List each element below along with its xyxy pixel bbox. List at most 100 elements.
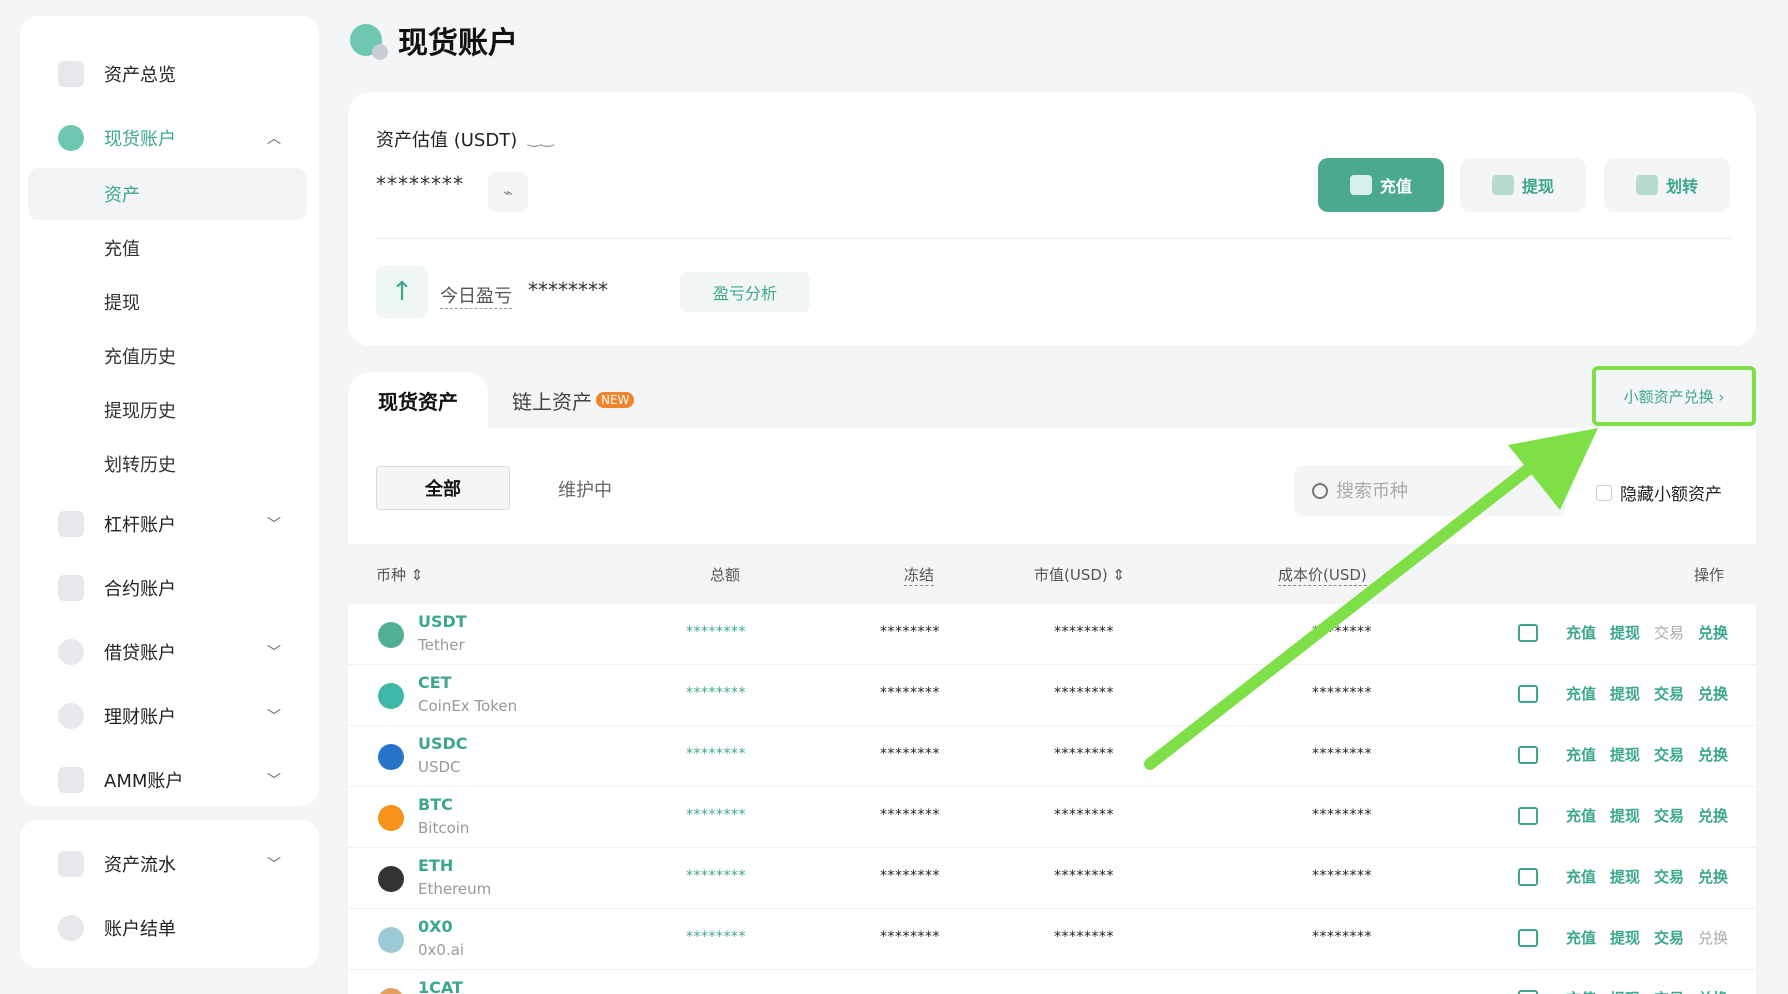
table-header: 币种 ⇕ 总额 冻结 市值(USD) ⇕ 成本价(USD) 操作 — [348, 544, 1756, 604]
kline-icon[interactable] — [1517, 623, 1538, 642]
checkbox[interactable] — [1596, 484, 1612, 501]
pnl-analysis-button[interactable]: 盈亏分析 — [680, 272, 810, 312]
row-withdraw-link[interactable]: 提现 — [1610, 866, 1640, 887]
withdraw-button[interactable]: 提现 — [1460, 158, 1586, 212]
row-convert-link[interactable]: 兑换 — [1698, 683, 1728, 704]
sidebar-item-spot[interactable]: 现货账户 ︿ — [20, 112, 319, 164]
filter-maintenance-button[interactable]: 维护中 — [558, 476, 612, 502]
sidebar-item-label: 账户结单 — [104, 919, 176, 940]
row-trade-link[interactable]: 交易 — [1654, 927, 1684, 948]
header-market-value[interactable]: 市值(USD) ⇕ — [1034, 564, 1125, 585]
spot-icon — [58, 125, 84, 151]
row-withdraw-link[interactable]: 提现 — [1610, 927, 1640, 948]
cell-total: ******** — [686, 868, 746, 884]
trend-chart-button[interactable]: ⌁ — [488, 172, 528, 212]
hide-small-label: 隐藏小额资产 — [1620, 485, 1722, 505]
sidebar-sub-label: 提现历史 — [104, 401, 176, 422]
sidebar-sub-label: 提现 — [104, 293, 140, 314]
coin-symbol[interactable]: CET — [418, 673, 452, 692]
kline-icon[interactable] — [1517, 989, 1538, 994]
sidebar-item-amm[interactable]: AMM账户 ﹀ — [20, 754, 319, 806]
row-deposit-link[interactable]: 充值 — [1566, 622, 1596, 643]
kline-icon[interactable] — [1517, 867, 1538, 886]
row-actions: 充值提现交易兑换 — [1504, 622, 1728, 643]
eye-closed-icon[interactable]: ‿‿ — [528, 128, 554, 147]
sidebar-item-futures[interactable]: 合约账户 — [20, 562, 319, 614]
tab-spot-assets[interactable]: 现货资产 — [348, 372, 488, 428]
kline-icon[interactable] — [1517, 806, 1538, 825]
row-deposit-link[interactable]: 充值 — [1566, 866, 1596, 887]
coin-symbol[interactable]: ETH — [418, 856, 453, 875]
row-withdraw-link[interactable]: 提现 — [1610, 622, 1640, 643]
row-trade-link[interactable]: 交易 — [1654, 805, 1684, 826]
row-trade-link[interactable]: 交易 — [1654, 744, 1684, 765]
row-deposit-link[interactable]: 充值 — [1566, 683, 1596, 704]
chevron-down-icon: ﹀ — [267, 517, 281, 533]
row-convert-link[interactable]: 兑换 — [1698, 744, 1728, 765]
coin-symbol[interactable]: BTC — [418, 795, 453, 814]
sidebar-sub-deposit-history[interactable]: 充值历史 — [28, 330, 307, 382]
cell-frozen: ******** — [880, 868, 940, 884]
kline-icon[interactable] — [1517, 928, 1538, 947]
row-trade-link[interactable]: 交易 — [1654, 988, 1684, 994]
cell-market-value: ******** — [1054, 746, 1114, 762]
row-deposit-link[interactable]: 充值 — [1566, 927, 1596, 948]
sidebar-item-finance[interactable]: 理财账户 ﹀ — [20, 690, 319, 742]
table-row: CET CoinEx Token ******** ******** ******** *… — [348, 665, 1756, 726]
futures-icon — [58, 575, 84, 601]
row-deposit-link[interactable]: 充值 — [1566, 988, 1596, 994]
row-actions: 充值提现交易兑换 — [1504, 683, 1728, 704]
row-convert-link[interactable]: 兑换 — [1698, 988, 1728, 994]
spot-icon — [350, 24, 388, 60]
row-actions: 充值提现交易兑换 — [1504, 805, 1728, 826]
header-coin[interactable]: 币种 ⇕ — [376, 564, 423, 585]
row-withdraw-link[interactable]: 提现 — [1610, 988, 1640, 994]
margin-icon — [58, 511, 84, 537]
sidebar-sub-deposit[interactable]: 充值 — [28, 222, 307, 274]
coin-icon — [378, 805, 404, 831]
row-deposit-link[interactable]: 充值 — [1566, 805, 1596, 826]
row-withdraw-link[interactable]: 提现 — [1610, 744, 1640, 765]
statement-icon — [58, 915, 84, 941]
sidebar-sub-label: 充值 — [104, 239, 140, 260]
row-trade-link[interactable]: 交易 — [1654, 683, 1684, 704]
coin-symbol[interactable]: 0X0 — [418, 917, 453, 936]
row-trade-link[interactable]: 交易 — [1654, 866, 1684, 887]
hide-small-assets-toggle[interactable]: 隐藏小额资产 — [1596, 480, 1722, 505]
row-convert-link[interactable]: 兑换 — [1698, 927, 1728, 948]
transfer-icon — [1635, 175, 1658, 195]
row-withdraw-link[interactable]: 提现 — [1610, 683, 1640, 704]
search-input[interactable] — [1336, 480, 1536, 502]
kline-icon[interactable] — [1517, 684, 1538, 703]
transfer-button[interactable]: 划转 — [1604, 158, 1730, 212]
coin-symbol[interactable]: 1CAT — [418, 978, 463, 994]
sidebar-item-margin[interactable]: 杠杆账户 ﹀ — [20, 498, 319, 550]
cell-frozen: ******** — [880, 746, 940, 762]
filter-all-button[interactable]: 全部 — [376, 466, 510, 510]
row-trade-link[interactable]: 交易 — [1654, 622, 1684, 643]
row-convert-link[interactable]: 兑换 — [1698, 866, 1728, 887]
deposit-button[interactable]: 充值 — [1318, 158, 1444, 212]
sidebar-item-statement[interactable]: 账户结单 — [20, 902, 319, 954]
row-convert-link[interactable]: 兑换 — [1698, 805, 1728, 826]
coin-symbol[interactable]: USDT — [418, 612, 467, 631]
small-asset-convert-link[interactable]: 小额资产兑换 › — [1592, 366, 1756, 426]
sidebar-sub-withdraw[interactable]: 提现 — [28, 276, 307, 328]
coin-symbol[interactable]: USDC — [418, 734, 468, 753]
sidebar-sub-assets[interactable]: 资产 — [28, 168, 307, 220]
tab-chain-assets[interactable]: 链上资产 NEW — [512, 372, 635, 428]
sidebar-sub-withdraw-history[interactable]: 提现历史 — [28, 384, 307, 436]
row-convert-link[interactable]: 兑换 — [1698, 622, 1728, 643]
sidebar-item-loan[interactable]: 借贷账户 ﹀ — [20, 626, 319, 678]
kline-icon[interactable] — [1517, 745, 1538, 764]
cell-total: ******** — [686, 929, 746, 945]
sidebar-item-ledger[interactable]: 资产流水 ﹀ — [20, 838, 319, 890]
sidebar-item-label: 现货账户 — [104, 129, 176, 150]
sidebar-sub-transfer-history[interactable]: 划转历史 — [28, 438, 307, 490]
row-deposit-link[interactable]: 充值 — [1566, 744, 1596, 765]
coin-name: Tether — [418, 636, 465, 654]
cell-market-value: ******** — [1054, 624, 1114, 640]
sidebar-item-overview[interactable]: 资产总览 — [20, 48, 319, 100]
today-pnl-label[interactable]: 今日盈亏 — [440, 282, 512, 309]
row-withdraw-link[interactable]: 提现 — [1610, 805, 1640, 826]
